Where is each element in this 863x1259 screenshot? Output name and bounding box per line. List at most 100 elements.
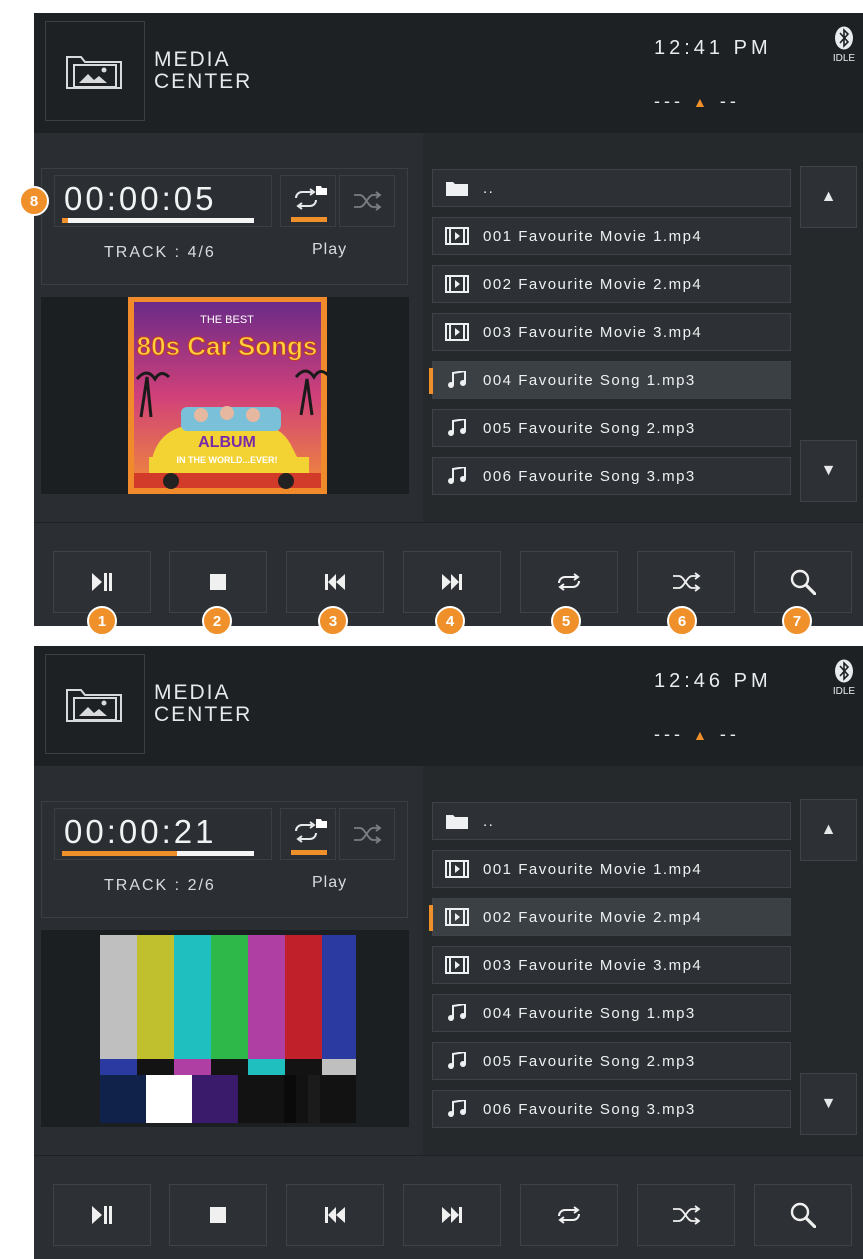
file-name: 004 Favourite Song 1.mp3 (483, 1004, 696, 1022)
playback-status: Play (312, 874, 348, 891)
repeat-mode-active-indicator (291, 217, 327, 222)
file-name: 003 Favourite Movie 3.mp4 (483, 956, 703, 974)
next-button[interactable] (403, 1184, 501, 1246)
bluetooth-icon (835, 26, 853, 50)
repeat-button[interactable] (520, 551, 618, 613)
album-main-title: 80s Car Songs (137, 331, 318, 361)
shuffle-mode-toggle[interactable] (339, 175, 395, 227)
file-list-item[interactable]: 005 Favourite Song 2.mp3 (432, 1042, 791, 1080)
previous-button[interactable] (286, 551, 384, 613)
play-pause-icon (92, 1206, 112, 1224)
file-list-item[interactable]: 003 Favourite Movie 3.mp4 (432, 946, 791, 984)
music-note-icon (448, 419, 466, 436)
volume-left: --- (654, 724, 684, 744)
album-sticker-text: ALBUM (198, 434, 256, 451)
shuffle-mode-icon (354, 191, 382, 211)
next-button[interactable] (403, 551, 501, 613)
media-center-screen-1: MEDIA CENTER 12:41 PM IDLE --- ▲ -- 00:0… (34, 13, 863, 626)
stop-icon (210, 574, 226, 590)
file-name: 002 Favourite Movie 2.mp4 (483, 908, 703, 926)
repeat-folder-mode-toggle[interactable] (280, 808, 336, 860)
folder-icon (446, 815, 468, 829)
scroll-down-button[interactable]: ▼ (800, 440, 857, 502)
search-icon (790, 1202, 816, 1228)
file-list-item[interactable]: .. (432, 802, 791, 840)
file-list-item[interactable]: 002 Favourite Movie 2.mp4 (432, 265, 791, 303)
callout-badge-8: 8 (19, 186, 49, 216)
file-name: 002 Favourite Movie 2.mp4 (483, 275, 703, 293)
callout-badge-6: 6 (667, 606, 697, 636)
shuffle-mode-toggle[interactable] (339, 808, 395, 860)
music-note-icon (448, 1100, 466, 1117)
progress-bar[interactable] (62, 851, 254, 856)
file-name: 003 Favourite Movie 3.mp4 (483, 323, 703, 341)
scroll-up-button[interactable]: ▲ (800, 166, 857, 228)
file-name: 005 Favourite Song 2.mp3 (483, 1052, 696, 1070)
file-list-item-selected[interactable]: 002 Favourite Movie 2.mp4 (429, 898, 791, 936)
film-icon (445, 275, 469, 293)
stop-icon (210, 1207, 226, 1223)
bluetooth-status-label: IDLE (832, 53, 856, 64)
color-bars-test-pattern (100, 935, 356, 1123)
file-list-item[interactable]: 003 Favourite Movie 3.mp4 (432, 313, 791, 351)
scroll-up-button[interactable]: ▲ (800, 799, 857, 861)
file-list-item[interactable]: 006 Favourite Song 3.mp3 (432, 457, 791, 495)
scroll-down-button[interactable]: ▼ (800, 1073, 857, 1135)
repeat-icon (558, 1206, 580, 1224)
file-list-item[interactable]: .. (432, 169, 791, 207)
film-icon (445, 323, 469, 341)
music-note-icon (448, 1004, 466, 1021)
bluetooth-status[interactable]: IDLE (830, 26, 858, 64)
repeat-button[interactable] (520, 1184, 618, 1246)
film-icon (445, 860, 469, 878)
folder-icon (446, 182, 468, 196)
file-list-item[interactable]: 005 Favourite Song 2.mp3 (432, 409, 791, 447)
shuffle-button[interactable] (637, 1184, 735, 1246)
search-button[interactable] (754, 551, 852, 613)
file-list-item[interactable]: 001 Favourite Movie 1.mp4 (432, 850, 791, 888)
album-art-preview: THE BEST 80s Car Songs ALBUM IN THE WORL… (41, 297, 409, 494)
file-list-item[interactable]: 004 Favourite Song 1.mp3 (432, 994, 791, 1032)
volume-indicator: --- ▲ -- (654, 724, 740, 745)
repeat-folder-mode-toggle[interactable] (280, 175, 336, 227)
progress-bar[interactable] (62, 218, 254, 223)
file-name: .. (483, 179, 495, 197)
player-pane: 00:00:21 TRACK : 2/6 Play (34, 766, 423, 1155)
track-counter: TRACK : 4/6 (104, 244, 216, 261)
bluetooth-icon (835, 659, 853, 683)
file-name: 006 Favourite Song 3.mp3 (483, 467, 696, 485)
previous-icon (325, 574, 345, 590)
play-pause-button[interactable] (53, 1184, 151, 1246)
file-list-item[interactable]: 006 Favourite Song 3.mp3 (432, 1090, 791, 1128)
app-title-line2: CENTER (154, 703, 253, 726)
stop-button[interactable] (169, 551, 267, 613)
volume-left: --- (654, 91, 684, 111)
video-preview (41, 930, 409, 1127)
previous-button[interactable] (286, 1184, 384, 1246)
media-folder-button[interactable] (45, 654, 145, 754)
app-title: MEDIA CENTER (154, 49, 252, 93)
repeat-folder-icon (295, 819, 327, 843)
search-button[interactable] (754, 1184, 852, 1246)
volume-caret-icon: ▲ (693, 94, 711, 110)
bluetooth-status[interactable]: IDLE (830, 659, 858, 697)
media-center-screen-2: MEDIA CENTER 12:46 PM IDLE --- ▲ -- 00:0… (34, 646, 863, 1259)
file-list-item-selected[interactable]: 004 Favourite Song 1.mp3 (429, 361, 791, 399)
file-name: 006 Favourite Song 3.mp3 (483, 1100, 696, 1118)
media-folder-button[interactable] (45, 21, 145, 121)
file-list-item[interactable]: 001 Favourite Movie 1.mp4 (432, 217, 791, 255)
album-subtitle: IN THE WORLD...EVER! (177, 455, 278, 465)
media-folder-icon (66, 689, 122, 722)
callout-badge-7: 7 (782, 606, 812, 636)
stop-button[interactable] (169, 1184, 267, 1246)
music-note-icon (448, 1052, 466, 1069)
album-top-text: THE BEST (200, 314, 254, 326)
file-name: 004 Favourite Song 1.mp3 (483, 371, 696, 389)
arrow-down-icon: ▼ (820, 1095, 837, 1112)
play-pause-button[interactable] (53, 551, 151, 613)
previous-icon (325, 1207, 345, 1223)
shuffle-mode-icon (354, 824, 382, 844)
shuffle-button[interactable] (637, 551, 735, 613)
volume-caret-icon: ▲ (693, 727, 711, 743)
callout-badge-5: 5 (551, 606, 581, 636)
